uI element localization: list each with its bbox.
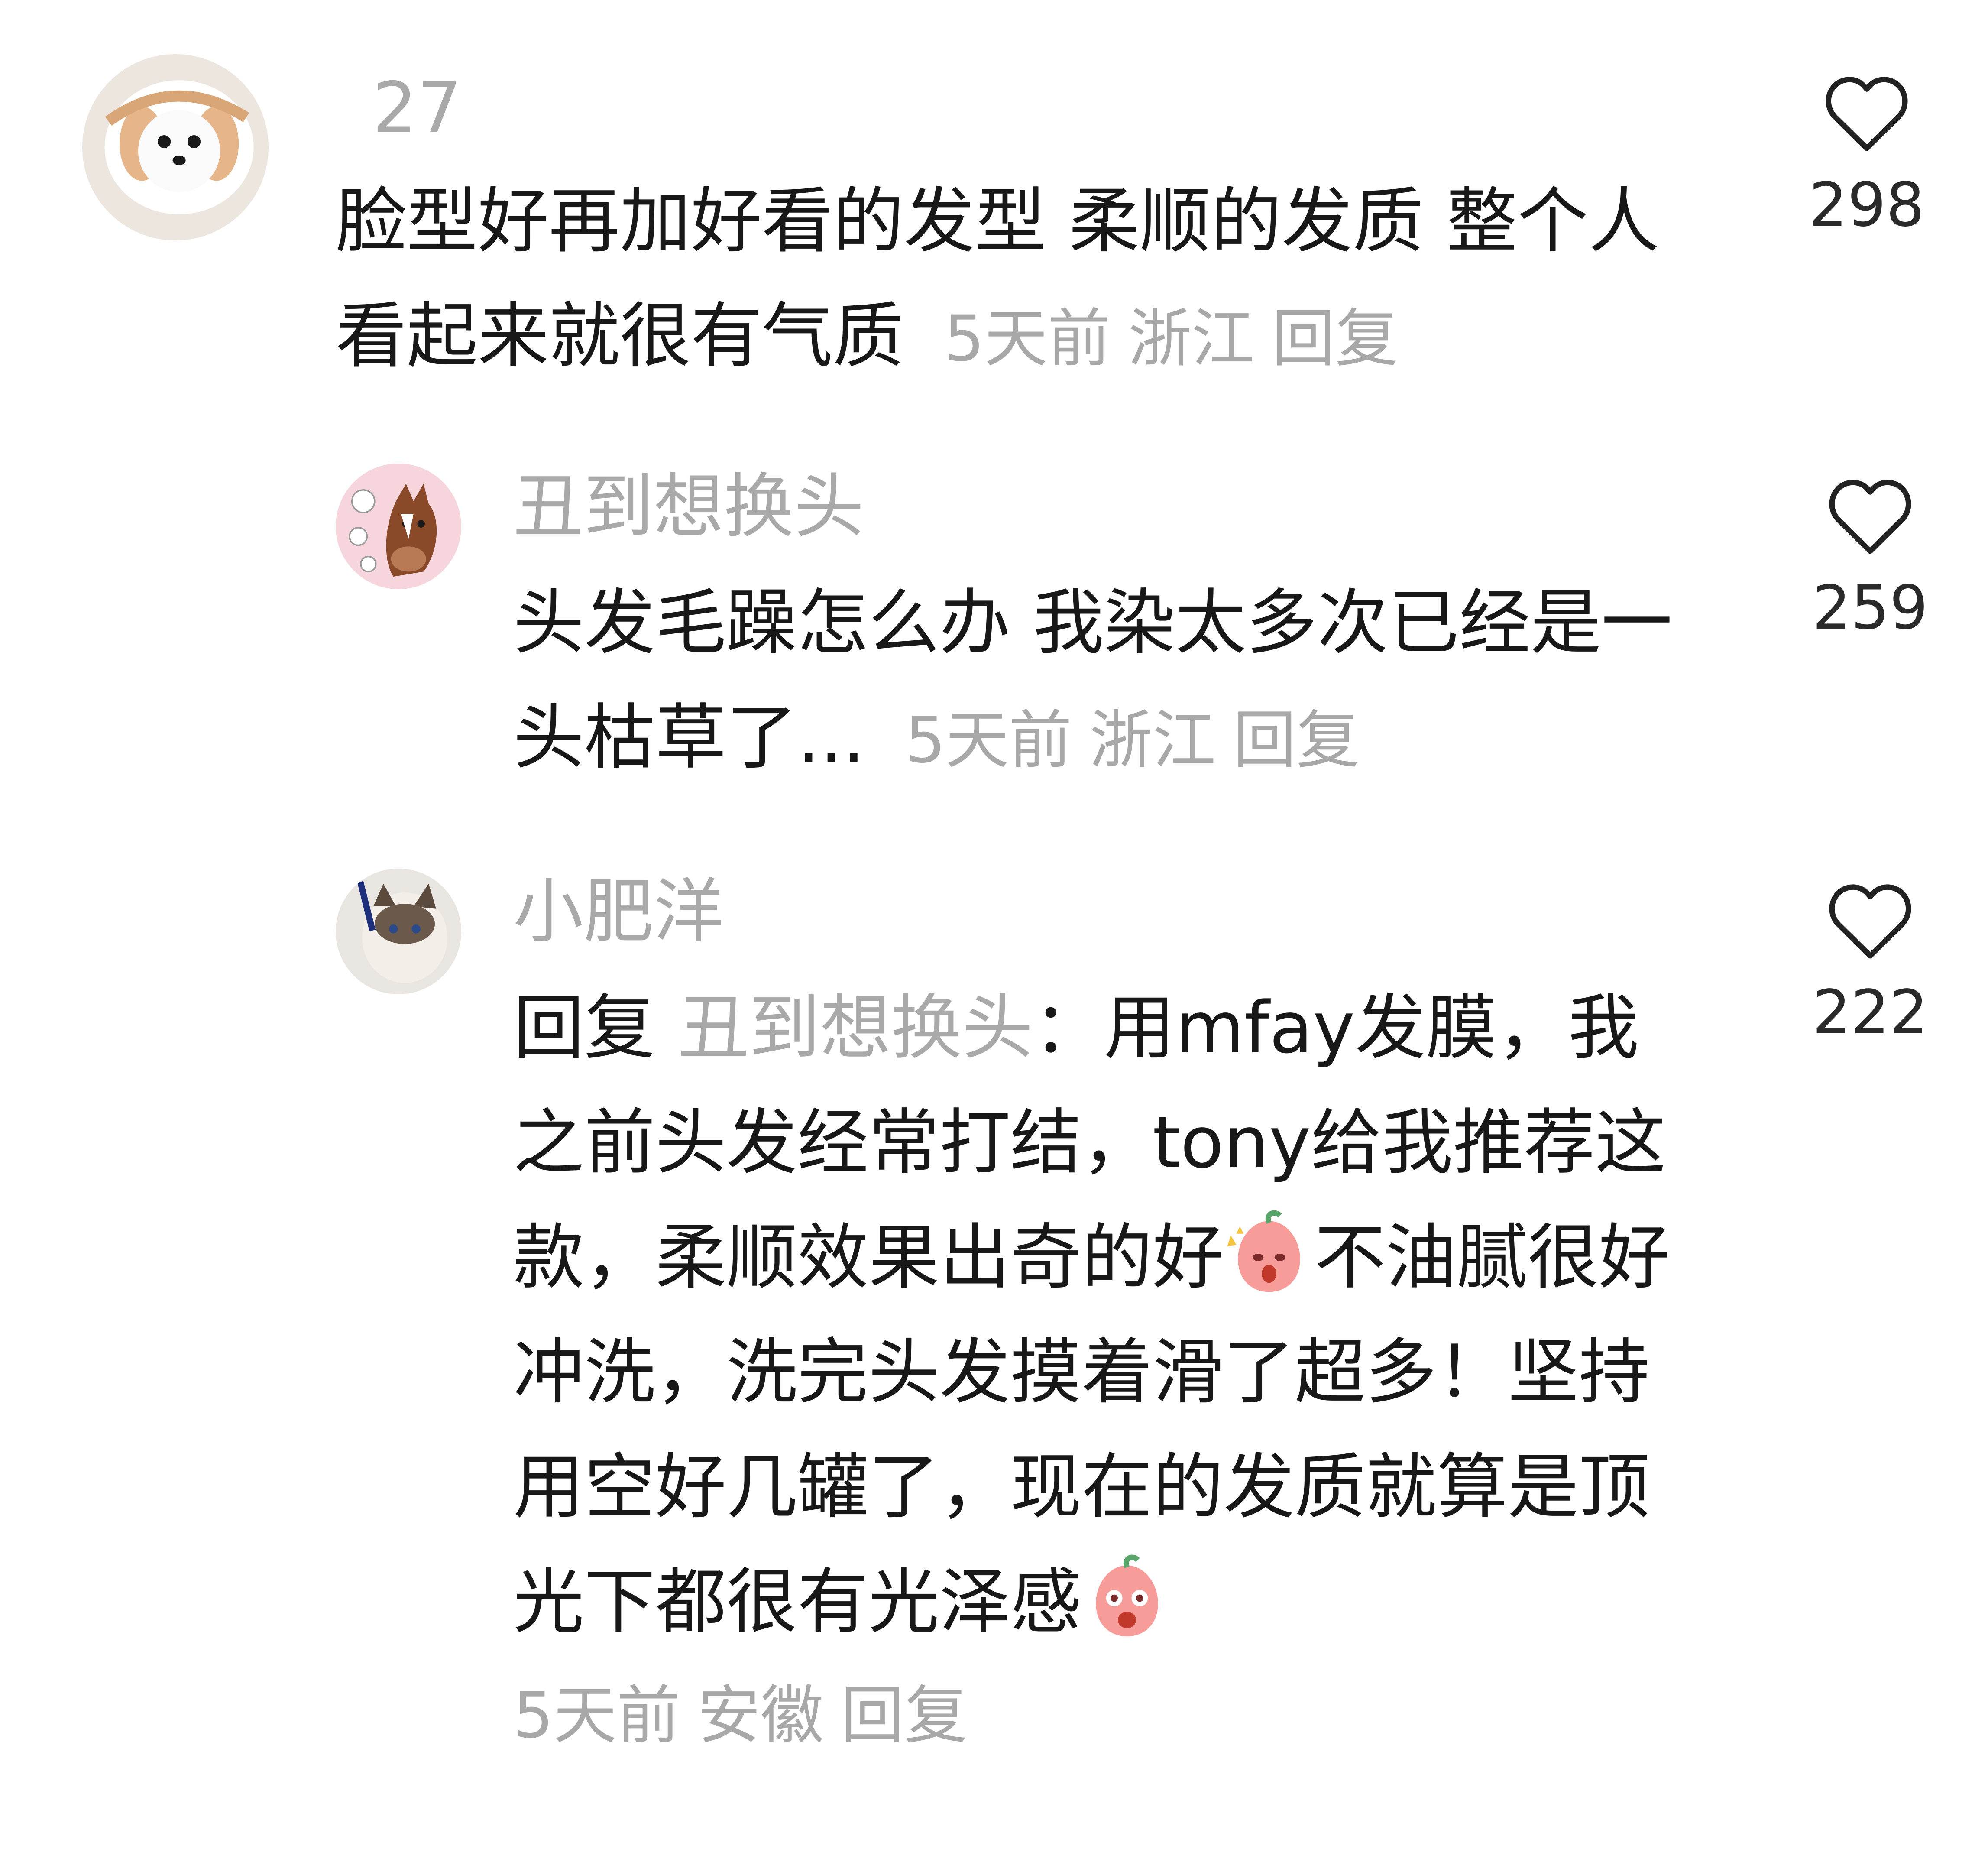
like-count: 222 xyxy=(1812,977,1928,1048)
like-count: 259 xyxy=(1812,573,1928,643)
comment-text: 回复 丑到想换头：用mfay发膜，我之前头发经常打结，tony给我推荐这款，柔顺… xyxy=(513,970,1700,1659)
reply-colon: ： xyxy=(1033,986,1104,1069)
commenter-avatar[interactable] xyxy=(336,464,461,589)
surprised-peach-emoji-icon xyxy=(1081,1553,1172,1644)
white-dog-avatar-icon xyxy=(82,54,269,240)
reply-button[interactable]: 回复 xyxy=(1272,302,1399,376)
reply-prefix: 回复 xyxy=(513,986,656,1069)
heart-icon xyxy=(1829,884,1911,959)
comment-meta: 5天前 浙江 回复 xyxy=(904,302,1416,376)
heart-icon xyxy=(1829,480,1911,554)
like-button[interactable]: 222 xyxy=(1805,880,1935,1052)
comment-time: 5天前 xyxy=(513,1679,680,1752)
comment-location: 浙江 xyxy=(1089,704,1216,777)
excited-peach-emoji-icon xyxy=(1224,1208,1315,1299)
comment-meta: 5天前 浙江 回复 xyxy=(865,704,1377,777)
comment-location: 安徽 xyxy=(697,1679,824,1752)
reply-button[interactable]: 回复 xyxy=(841,1679,968,1752)
comment-text: 头发毛躁怎么办 我染太多次已经是一头枯草了... 5天前 浙江 回复 xyxy=(513,565,1700,798)
cartoon-horse-avatar-icon xyxy=(336,464,461,589)
comment-time: 5天前 xyxy=(944,302,1111,376)
comment-location: 浙江 xyxy=(1128,302,1255,376)
reply-button[interactable]: 回复 xyxy=(1233,704,1360,777)
commenter-avatar[interactable] xyxy=(82,54,269,240)
like-count: 298 xyxy=(1809,170,1925,240)
comment-text: 脸型好再加好看的发型 柔顺的发质 整个人看起来就很有气质 5天前 浙江 回复 xyxy=(336,164,1700,396)
comment-meta: 5天前 安徽 回复 xyxy=(513,1672,985,1759)
heart-icon xyxy=(1826,77,1908,151)
like-button[interactable]: 259 xyxy=(1805,476,1935,647)
ragdoll-cat-avatar-icon xyxy=(336,869,461,994)
like-button[interactable]: 298 xyxy=(1802,73,1932,244)
comment-username[interactable]: 27 xyxy=(372,65,462,152)
comment-username[interactable]: 丑到想换头 xyxy=(513,464,864,550)
comment-username[interactable]: 小肥洋 xyxy=(513,869,724,955)
comment-time: 5天前 xyxy=(905,704,1072,777)
commenter-avatar[interactable] xyxy=(336,869,461,994)
reply-mention[interactable]: 丑到想换头 xyxy=(678,986,1033,1069)
